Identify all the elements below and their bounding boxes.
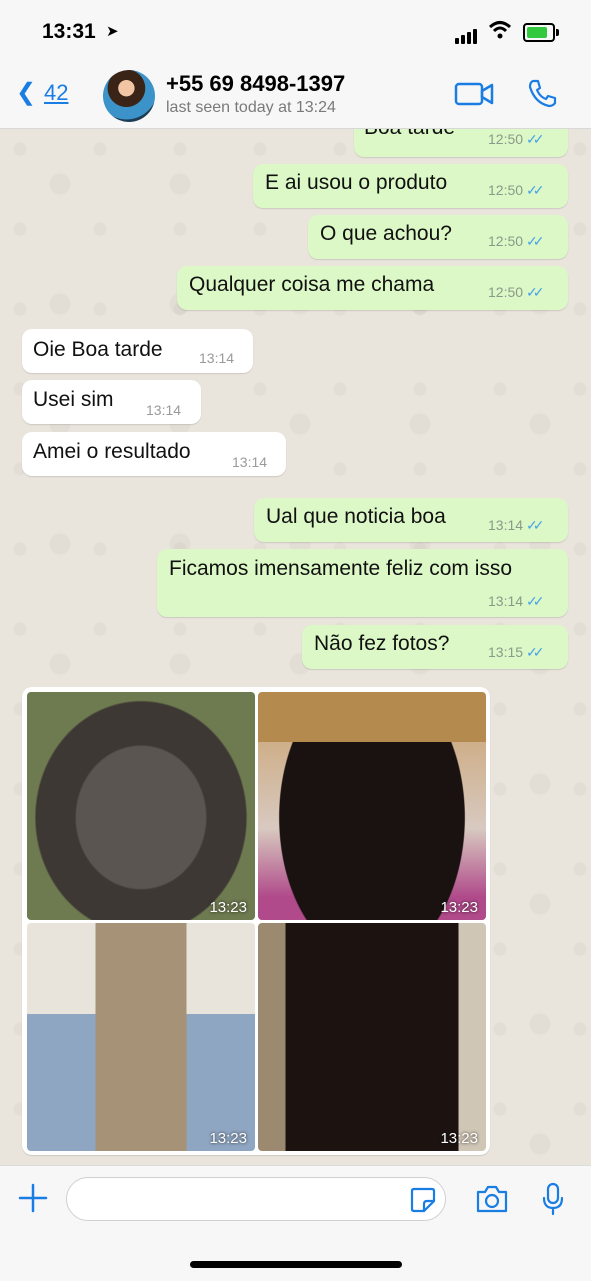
message-time: 12:50 — [488, 182, 524, 198]
wifi-icon — [488, 21, 512, 39]
photo-time: 13:23 — [209, 899, 247, 916]
message-bubble-incoming[interactable]: Amei o resultado 13:14 — [22, 432, 286, 476]
message-time: 13:14 — [488, 593, 524, 609]
message-meta: 12:50 ✓✓ — [488, 182, 545, 199]
microphone-icon[interactable] — [541, 1182, 565, 1216]
message-bubble-outgoing[interactable]: Ficamos imensamente feliz com isso 13:14… — [157, 549, 568, 617]
message-bubble-incoming[interactable]: Oie Boa tarde 13:14 — [22, 329, 253, 373]
message-text: E ai usou o produto — [265, 171, 448, 194]
message-text: Usei sim — [33, 388, 114, 411]
message-meta: 12:50 ✓✓ — [488, 131, 545, 148]
message-meta: 13:15 ✓✓ — [488, 644, 545, 661]
photo-time: 13:23 — [440, 899, 478, 916]
message-time: 13:14 — [488, 517, 524, 533]
message-meta: 12:50 ✓✓ — [488, 284, 545, 301]
read-receipt-icon: ✓✓ — [526, 284, 545, 300]
message-time: 12:50 — [488, 284, 524, 300]
photo-thumbnail[interactable]: 13:23 — [258, 692, 486, 920]
photo-thumbnail[interactable]: 13:23 — [258, 923, 486, 1151]
location-arrow-icon: ➤ — [106, 23, 119, 40]
message-time: 13:14 — [199, 350, 235, 366]
unread-count[interactable]: 42 — [44, 80, 68, 106]
message-meta: 13:14 ✓✓ — [488, 593, 545, 610]
message-meta: 13:14 ✓✓ — [488, 517, 545, 534]
plus-icon[interactable] — [17, 1182, 49, 1214]
message-text: Oie Boa tarde — [33, 338, 163, 361]
chat-area[interactable]: Boa tarde 12:50✓✓ E ai usou o produto 12… — [0, 129, 591, 1165]
sticker-icon[interactable] — [410, 1187, 436, 1213]
message-bubble-incoming[interactable]: Usei sim 13:14 — [22, 380, 201, 424]
last-seen-status: last seen today at 13:24 — [166, 99, 336, 116]
message-time: 12:50 — [488, 131, 524, 147]
message-composer — [0, 1165, 591, 1281]
message-text: Qualquer coisa me chama — [189, 273, 435, 296]
message-bubble-outgoing[interactable]: Ual que noticia boa 13:14 ✓✓ — [254, 498, 568, 542]
message-bubble-outgoing[interactable]: Boa tarde 12:50✓✓ — [354, 129, 568, 157]
message-bubble-outgoing[interactable]: Não fez fotos? 13:15 ✓✓ — [302, 625, 568, 669]
photo-thumbnail[interactable]: 13:23 — [27, 692, 255, 920]
message-text: Ual que noticia boa — [266, 505, 446, 528]
read-receipt-icon: ✓✓ — [526, 233, 545, 249]
message-bubble-outgoing[interactable]: E ai usou o produto 12:50 ✓✓ — [253, 164, 568, 208]
message-text: Ficamos imensamente feliz com isso — [169, 557, 513, 580]
message-time: 13:15 — [488, 644, 524, 660]
read-receipt-icon: ✓✓ — [526, 593, 545, 609]
message-text: Amei o resultado — [33, 440, 191, 463]
phone-call-icon[interactable] — [527, 78, 557, 108]
photo-time: 13:23 — [440, 1130, 478, 1147]
message-bubble-outgoing[interactable]: O que achou? 12:50 ✓✓ — [308, 215, 568, 259]
message-time: 12:50 — [488, 233, 524, 249]
message-time: 13:14 — [232, 454, 268, 470]
message-text: Não fez fotos? — [314, 632, 450, 655]
photo-time: 13:23 — [209, 1130, 247, 1147]
status-time: 13:31 — [42, 20, 96, 43]
message-text: O que achou? — [320, 222, 452, 245]
message-meta: 12:50 ✓✓ — [488, 233, 545, 250]
message-text: Boa tarde — [364, 129, 455, 140]
contact-name[interactable]: +55 69 8498-1397 — [166, 71, 345, 97]
battery-icon — [523, 23, 559, 42]
camera-icon[interactable] — [475, 1184, 509, 1214]
chat-header: ❮ 42 +55 69 8498-1397 last seen today at… — [0, 62, 591, 129]
back-button[interactable]: ❮ 42 — [16, 78, 68, 107]
read-receipt-icon: ✓✓ — [526, 644, 545, 660]
chevron-left-icon: ❮ — [16, 79, 37, 106]
photo-thumbnail[interactable]: 13:23 — [27, 923, 255, 1151]
photo-album-message[interactable]: 13:23 13:23 13:23 13:23 — [22, 687, 490, 1155]
video-call-icon[interactable] — [454, 80, 494, 108]
cellular-signal-icon — [455, 26, 479, 44]
home-indicator[interactable] — [190, 1261, 402, 1268]
message-input[interactable] — [66, 1177, 446, 1221]
message-time: 13:14 — [146, 402, 182, 418]
read-receipt-icon: ✓✓ — [526, 182, 545, 198]
message-bubble-outgoing[interactable]: Qualquer coisa me chama 12:50 ✓✓ — [177, 266, 568, 310]
read-receipt-icon: ✓✓ — [526, 131, 545, 147]
read-receipt-icon: ✓✓ — [526, 517, 545, 533]
avatar[interactable] — [103, 70, 155, 122]
status-bar: 13:31 ➤ — [0, 0, 591, 62]
